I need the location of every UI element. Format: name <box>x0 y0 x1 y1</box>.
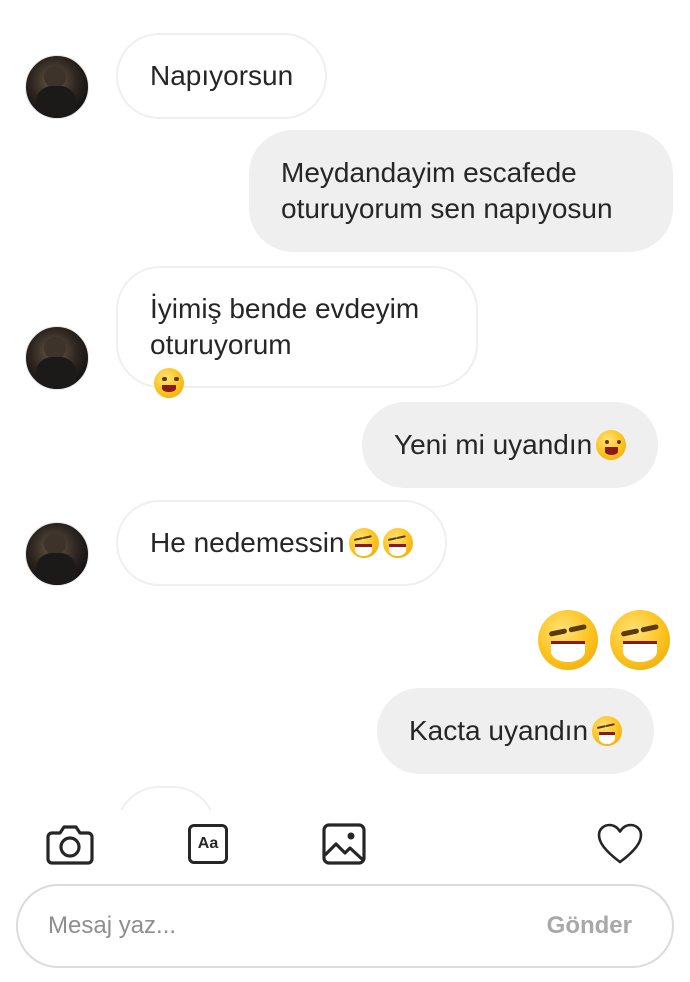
message-text: İyimiş bende evdeyim oturuyorum <box>150 293 420 360</box>
send-button[interactable]: Gönder <box>547 912 632 940</box>
message-text: Kacta uyandın <box>409 715 589 746</box>
message-body: İyimiş bende evdeyim oturuyorum <box>150 255 419 399</box>
camera-button[interactable] <box>46 820 94 868</box>
message-toolbar: Aa <box>0 812 690 874</box>
contact-avatar[interactable] <box>25 326 89 390</box>
message-text: He nedemessin <box>150 527 345 558</box>
incoming-message[interactable]: Napıyorsun <box>116 33 328 119</box>
message-composer: Gönder <box>16 884 674 968</box>
text-style-button[interactable]: Aa <box>184 820 232 868</box>
message-text: Napıyorsun <box>150 60 294 91</box>
message-text: Meydandayim escafede oturuyorum sen napı… <box>281 157 613 224</box>
message-input[interactable] <box>48 912 547 940</box>
typing-indicator-bubble <box>116 786 216 810</box>
text-style-icon: Aa <box>188 824 228 864</box>
face-with-tears-of-joy-emoji <box>382 528 413 558</box>
contact-avatar[interactable] <box>25 55 89 119</box>
message-text: Yeni mi uyandın <box>394 429 593 460</box>
gallery-button[interactable] <box>320 820 368 868</box>
message-thread[interactable]: Napıyorsun Meydandayim escafede oturuyor… <box>0 0 690 810</box>
camera-icon <box>46 825 94 865</box>
grinning-face-emoji <box>596 430 627 460</box>
incoming-message[interactable]: He nedemessin <box>116 500 447 586</box>
outgoing-message[interactable]: Meydandayim escafede oturuyorum sen napı… <box>249 130 673 252</box>
contact-avatar[interactable] <box>25 522 89 586</box>
face-with-tears-of-joy-emoji <box>592 716 623 746</box>
like-button[interactable] <box>596 820 644 868</box>
face-with-tears-of-joy-emoji <box>610 610 670 670</box>
grinning-face-emoji <box>154 367 184 398</box>
heart-icon <box>597 823 643 864</box>
outgoing-message[interactable]: Yeni mi uyandın <box>362 402 659 488</box>
outgoing-message[interactable]: Kacta uyandın <box>377 688 655 774</box>
emoji-only-message[interactable] <box>534 610 670 670</box>
face-with-tears-of-joy-emoji <box>538 610 598 670</box>
incoming-message[interactable]: İyimiş bende evdeyim oturuyorum <box>116 266 478 398</box>
image-icon <box>322 823 366 865</box>
face-with-tears-of-joy-emoji <box>348 528 379 558</box>
